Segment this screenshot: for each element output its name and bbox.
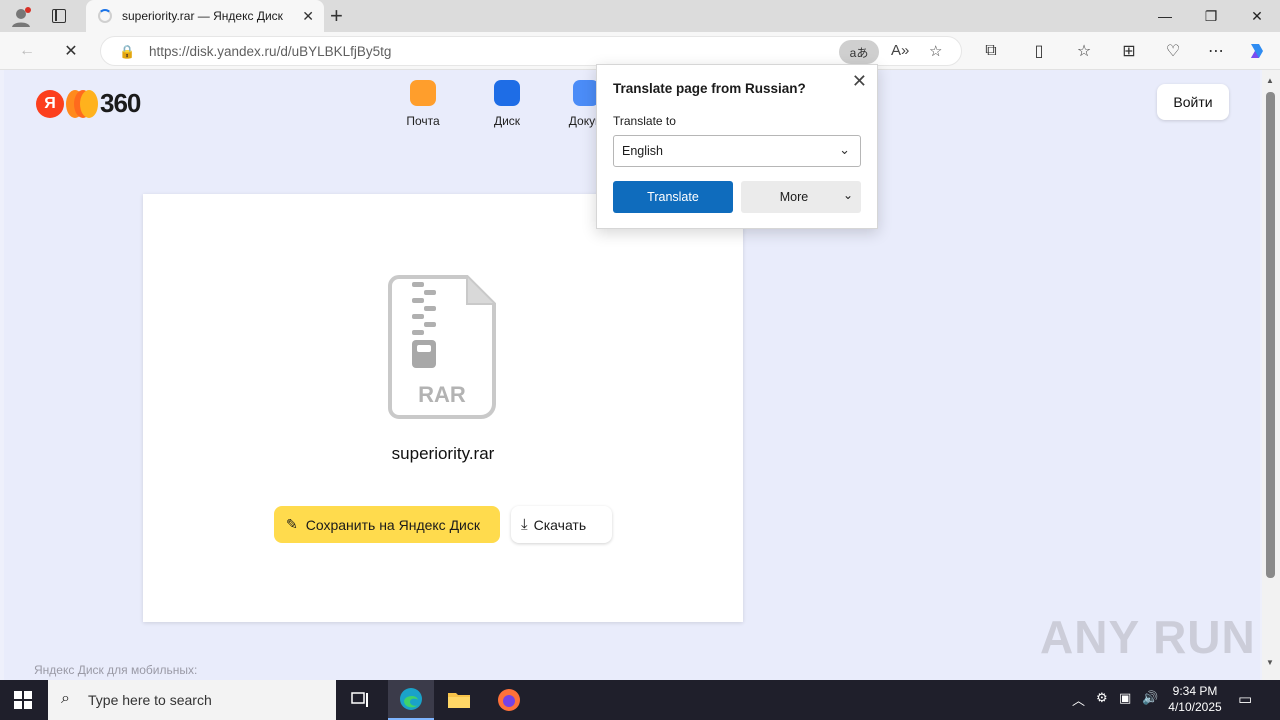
security-icon[interactable]: ⚙ (1096, 690, 1108, 706)
translate-badge: aあ (849, 45, 869, 60)
save-button-label: Сохранить на Яндекс Диск (305, 516, 480, 533)
restore-button[interactable]: ❐ (1188, 0, 1234, 32)
service-label: Почта (406, 114, 440, 128)
loading-spinner-icon (98, 9, 112, 23)
scroll-thumb[interactable] (1266, 92, 1275, 578)
tab-close-icon[interactable]: ✕ (302, 8, 314, 25)
url-text[interactable]: https://disk.yandex.ru/d/uBYLBKLfjBy5tg (149, 44, 391, 59)
read-aloud-icon[interactable]: A» (891, 42, 909, 59)
chevron-down-icon: ⌄ (839, 142, 850, 157)
tab-title: superiority.rar — Яндекс Диск (122, 9, 283, 23)
yandex-360-logo[interactable]: Я 360 (36, 88, 141, 119)
taskbar: ⌕ Type here to search ︿ ⚙ ▣ 🔊 9:34 PM 4/… (0, 680, 1280, 720)
translate-icon[interactable]: aあ (839, 40, 879, 64)
file-explorer-icon[interactable] (436, 680, 482, 720)
clock-time: 9:34 PM (1172, 684, 1218, 698)
favorites-icon[interactable]: ☆ (1073, 40, 1095, 62)
file-name: superiority.rar (391, 444, 495, 463)
clock-date: 4/10/2025 (1168, 700, 1222, 714)
disk-icon (494, 80, 520, 106)
vertical-scrollbar[interactable]: ▲ ▼ (1262, 70, 1280, 680)
language-select[interactable]: English ⌄ (613, 135, 861, 167)
task-view-icon[interactable] (337, 680, 383, 720)
close-icon[interactable]: ✕ (852, 71, 867, 92)
service-mail[interactable]: Почта (393, 80, 453, 128)
stop-loading-icon[interactable]: ✕ (60, 40, 82, 62)
clock[interactable]: 9:34 PM 4/10/2025 (1160, 683, 1230, 715)
network-icon[interactable]: ▣ (1119, 690, 1131, 706)
browser-essentials-icon[interactable]: ♡ (1162, 40, 1184, 62)
more-button[interactable]: More ⌄ (741, 181, 861, 213)
more-button-label: More (779, 190, 809, 204)
login-button[interactable]: Войти (1157, 84, 1229, 120)
search-icon: ⌕ (61, 690, 70, 707)
mail-icon (410, 80, 436, 106)
taskbar-search[interactable]: ⌕ Type here to search (48, 680, 336, 720)
logo-360: 360 (100, 88, 141, 118)
new-tab-icon[interactable]: + (330, 3, 343, 29)
service-label: Диск (493, 114, 521, 128)
mobile-apps-text: Яндекс Диск для мобильных: (34, 663, 198, 677)
edge-taskbar-icon[interactable] (388, 680, 434, 720)
logo-ya: Я (36, 89, 64, 118)
address-bar[interactable]: 🔒 https://disk.yandex.ru/d/uBYLBKLfjBy5t… (100, 36, 962, 66)
download-button[interactable]: ⤓ Скачать (511, 506, 612, 543)
logo-rings-icon (66, 89, 98, 118)
extensions-icon[interactable]: ⧉ (980, 40, 1002, 62)
tab-actions-icon[interactable] (52, 9, 66, 23)
split-screen-icon[interactable]: ▯ (1028, 40, 1050, 62)
selected-language: English (622, 144, 663, 158)
translate-popup-title: Translate page from Russian? (613, 81, 806, 96)
anyrun-watermark: ANY RUN (1040, 611, 1256, 663)
translate-to-label: Translate to (613, 114, 676, 128)
translate-popup: Translate page from Russian? ✕ Translate… (596, 64, 878, 229)
search-placeholder: Type here to search (88, 692, 212, 708)
more-menu-icon[interactable]: ⋯ (1205, 40, 1227, 62)
tab-active[interactable]: superiority.rar — Яндекс Диск ✕ (86, 0, 324, 32)
translate-button[interactable]: Translate (613, 181, 733, 213)
file-type-label: RAR (418, 382, 466, 407)
notifications-icon[interactable]: ▭ (1238, 690, 1252, 708)
tray-chevron-icon[interactable]: ︿ (1072, 690, 1085, 709)
tab-strip: superiority.rar — Яндекс Диск ✕ + — ❐ ✕ (0, 0, 1280, 32)
profile-icon[interactable] (10, 6, 32, 28)
save-to-disk-button[interactable]: ✎ Сохранить на Яндекс Диск (274, 506, 500, 543)
firefox-icon[interactable] (486, 680, 532, 720)
rar-file-icon: RAR (387, 274, 497, 420)
close-window-button[interactable]: ✕ (1234, 0, 1280, 32)
disk-save-icon: ✎ (286, 516, 298, 532)
windows-start-icon[interactable] (14, 691, 32, 709)
scroll-down-icon[interactable]: ▼ (1266, 658, 1274, 667)
volume-icon[interactable]: 🔊 (1142, 690, 1158, 706)
back-icon[interactable]: ← (16, 40, 38, 62)
lock-icon[interactable]: 🔒 (119, 44, 135, 60)
copilot-icon[interactable] (1246, 40, 1268, 62)
favorite-star-icon[interactable]: ☆ (929, 42, 942, 60)
scroll-up-icon[interactable]: ▲ (1266, 76, 1274, 85)
download-button-label: Скачать (533, 516, 587, 533)
minimize-button[interactable]: — (1142, 0, 1188, 32)
download-icon: ⤓ (521, 516, 528, 533)
chevron-down-icon: ⌄ (842, 188, 853, 202)
service-disk[interactable]: Диск (477, 80, 537, 128)
file-card: RAR superiority.rar ✎ Сохранить на Яндек… (143, 194, 743, 622)
collections-icon[interactable]: ⊞ (1118, 40, 1140, 62)
